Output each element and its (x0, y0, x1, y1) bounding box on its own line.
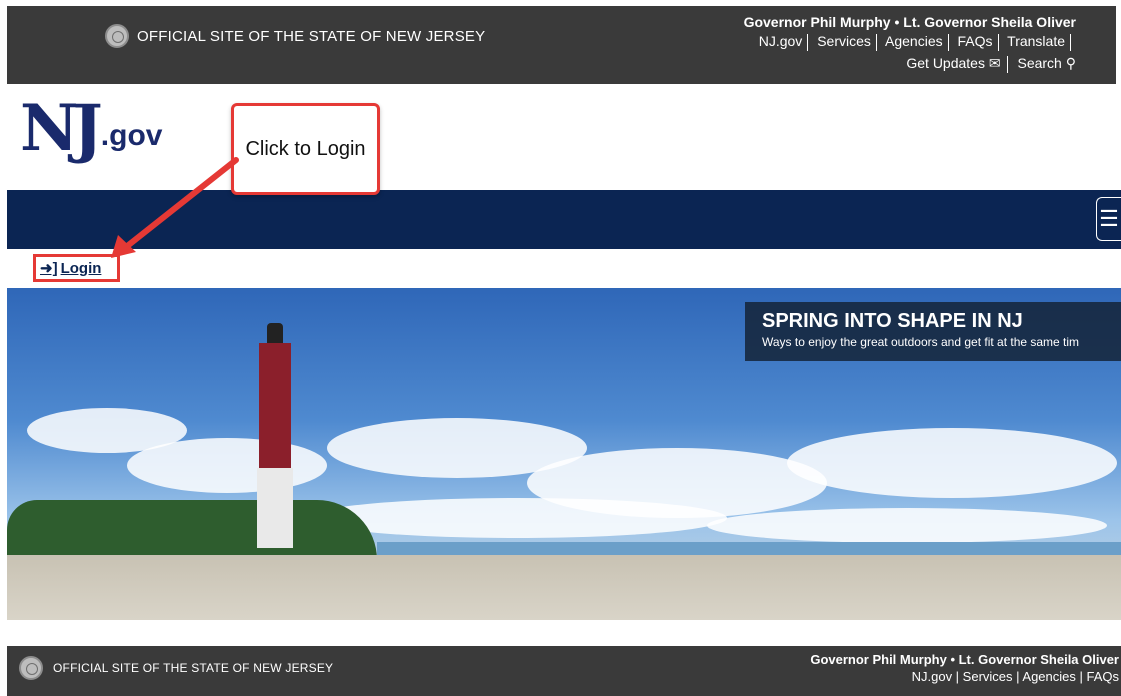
footer-links[interactable]: NJ.gov | Services | Agencies | FAQs (810, 669, 1119, 684)
top-info-bar: OFFICIAL SITE OF THE STATE OF NEW JERSEY… (7, 6, 1116, 84)
footer-governor-line: Governor Phil Murphy • Lt. Governor Shei… (810, 652, 1119, 667)
trees (7, 500, 377, 560)
beach-sand (7, 555, 1121, 620)
envelope-icon: ✉ (988, 54, 1001, 71)
search-link[interactable]: Search ⚲ (1017, 55, 1076, 71)
link-agencies[interactable]: Agencies (885, 33, 943, 49)
main-nav-bar: ☰ (7, 190, 1121, 249)
footer-official-text: OFFICIAL SITE OF THE STATE OF NEW JERSEY (53, 661, 334, 675)
callout-text: Click to Login (245, 137, 366, 160)
hero-headline-banner[interactable]: SPRING INTO SHAPE IN NJ Ways to enjoy th… (745, 302, 1121, 361)
link-translate[interactable]: Translate (1007, 33, 1065, 49)
footer-links-area: Governor Phil Murphy • Lt. Governor Shei… (810, 652, 1119, 684)
menu-toggle-button[interactable]: ☰ (1096, 197, 1121, 241)
link-faqs[interactable]: FAQs (958, 33, 993, 49)
get-updates-label: Get Updates (906, 54, 985, 71)
top-links-area: Governor Phil Murphy • Lt. Governor Shei… (744, 14, 1076, 73)
cloud (127, 438, 327, 493)
governor-line: Governor Phil Murphy • Lt. Governor Shei… (743, 14, 1076, 30)
login-icon: ➜] (40, 260, 58, 277)
top-links-row2: Get Updates ✉ Search ⚲ (744, 55, 1076, 73)
search-icon: ⚲ (1065, 54, 1076, 71)
official-site-notice: OFFICIAL SITE OF THE STATE OF NEW JERSEY (105, 24, 485, 48)
login-label: Login (60, 259, 102, 277)
logo-nj: NJ (20, 91, 103, 166)
hamburger-icon: ☰ (1099, 206, 1119, 231)
cloud (707, 508, 1107, 543)
lighthouse (255, 323, 295, 548)
top-links: NJ.gov Services Agencies FAQs Translate (744, 33, 1076, 51)
login-link[interactable]: ➜] Login (33, 254, 120, 282)
hero-banner-image[interactable]: SPRING INTO SHAPE IN NJ Ways to enjoy th… (7, 288, 1121, 620)
get-updates-link[interactable]: Get Updates ✉ (906, 55, 1000, 71)
link-njgov[interactable]: NJ.gov (759, 33, 803, 49)
njgov-logo[interactable]: NJ .gov (20, 97, 162, 161)
link-services[interactable]: Services (817, 33, 871, 49)
hero-subtitle: Ways to enjoy the great outdoors and get… (762, 335, 1080, 349)
hero-title: SPRING INTO SHAPE IN NJ (762, 310, 1023, 332)
bottom-info-bar: OFFICIAL SITE OF THE STATE OF NEW JERSEY… (7, 646, 1121, 696)
logo-gov: .gov (100, 119, 163, 152)
click-to-login-callout: Click to Login (231, 103, 380, 195)
search-label: Search (1017, 54, 1062, 71)
cloud (787, 428, 1117, 498)
nj-seal-icon (105, 24, 129, 48)
official-site-text: OFFICIAL SITE OF THE STATE OF NEW JERSEY (137, 27, 486, 45)
footer-official-notice: OFFICIAL SITE OF THE STATE OF NEW JERSEY (19, 656, 333, 680)
footer-nj-seal-icon (19, 656, 43, 680)
